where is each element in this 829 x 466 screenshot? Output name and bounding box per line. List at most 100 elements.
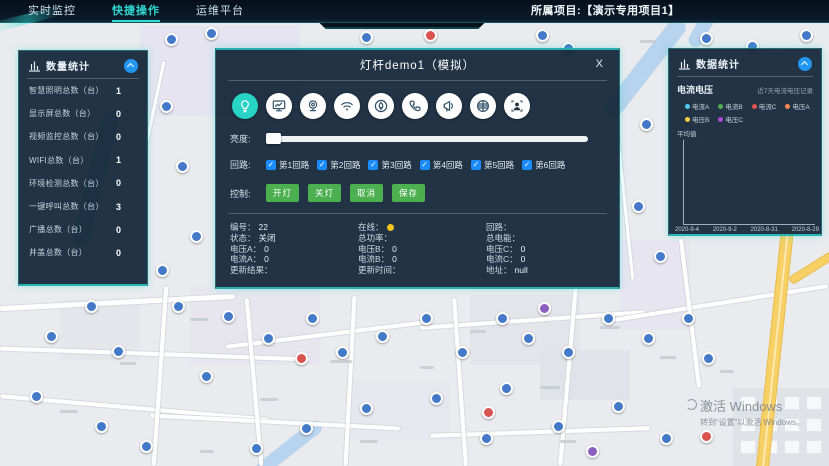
map-marker[interactable] [482,406,495,419]
map-marker[interactable] [700,430,713,443]
circuit-checkbox-2[interactable]: ✓第2回路 [317,159,360,171]
map-marker[interactable] [190,230,203,243]
map-marker[interactable] [295,352,308,365]
map-marker[interactable] [612,400,625,413]
circuit-checkbox-1[interactable]: ✓第1回路 [266,159,309,171]
map-marker[interactable] [85,300,98,313]
map-marker[interactable] [30,390,43,403]
legend-item[interactable]: 电流A [685,101,709,111]
map-marker[interactable] [165,33,178,46]
map-marker[interactable] [700,32,713,45]
map-marker[interactable] [222,310,235,323]
nav-tab-3[interactable]: 运维平台 [196,0,244,22]
display-screen-icon[interactable] [266,93,292,119]
camera-icon[interactable] [300,93,326,119]
cancel-button[interactable]: 取消 [350,184,383,202]
circuit-checkbox-5[interactable]: ✓第5回路 [471,159,514,171]
map-marker[interactable] [654,250,667,263]
map-marker[interactable] [660,432,673,445]
map-marker[interactable] [300,422,313,435]
map-marker[interactable] [250,442,263,455]
map-marker[interactable] [632,200,645,213]
legend-item[interactable]: 电流C [752,101,777,111]
map-marker[interactable] [176,160,189,173]
map-marker[interactable] [562,346,575,359]
map-marker[interactable] [480,432,493,445]
map-marker[interactable] [140,440,153,453]
map-marker[interactable] [430,392,443,405]
collapse-button[interactable] [124,59,138,73]
person-detect-icon[interactable] [504,93,530,119]
map-label-blur [660,356,676,359]
map-marker[interactable] [538,302,551,315]
map-marker[interactable] [456,346,469,359]
turn-on-button[interactable]: 开灯 [266,184,299,202]
map-marker[interactable] [262,332,275,345]
map-marker[interactable] [205,27,218,40]
map-marker[interactable] [640,118,653,131]
turn-off-button[interactable]: 关灯 [308,184,341,202]
map-marker[interactable] [360,402,373,415]
circuit-checkbox-6[interactable]: ✓第6回路 [522,159,565,171]
map-marker[interactable] [95,420,108,433]
phone-call-icon[interactable] [402,93,428,119]
chart-legend: 电流A 电流B 电流C 电压A 电压B 电压C [669,96,821,124]
legend-item[interactable]: 电压B [685,114,709,124]
save-button[interactable]: 保存 [392,184,425,202]
map-marker[interactable] [200,370,213,383]
environment-icon[interactable] [368,93,394,119]
circuit-checkbox-3[interactable]: ✓第3回路 [368,159,411,171]
map-marker[interactable] [45,330,58,343]
circuit-checkbox-4[interactable]: ✓第4回路 [420,159,463,171]
legend-item[interactable]: 电压C [718,114,743,124]
brightness-slider[interactable] [266,136,588,142]
map-marker[interactable] [376,330,389,343]
map-marker[interactable] [306,312,319,325]
device-info-grid: 编号：22状态：关闭电压A：0电流A：0更新结果：在线：总功率：电压B：0电流B… [230,222,619,276]
map-marker[interactable] [336,346,349,359]
circuit-label: 第5回路 [484,159,514,171]
checkbox-checked-icon[interactable]: ✓ [317,160,327,170]
info-row: 总电能： [486,233,614,244]
map-marker[interactable] [112,345,125,358]
map-marker[interactable] [536,29,549,42]
map-marker[interactable] [420,312,433,325]
map-marker[interactable] [156,264,169,277]
map-marker[interactable] [552,420,565,433]
legend-dot [685,104,690,109]
slider-handle[interactable] [266,133,281,144]
stat-list: 智慧照明总数（台）1显示屏总数（台）0视频监控总数（台）0WIFI总数（台）1环… [19,79,147,265]
building [740,440,756,454]
map-marker[interactable] [800,29,813,42]
checkbox-checked-icon[interactable]: ✓ [522,160,532,170]
light-bulb-icon[interactable] [232,93,258,119]
wifi-icon[interactable] [334,93,360,119]
info-row: 状态：关闭 [230,233,358,244]
map-marker[interactable] [586,445,599,458]
info-label: 总功率： [358,233,392,244]
map-marker[interactable] [424,29,437,42]
map-marker[interactable] [360,31,373,44]
legend-item[interactable]: 电流B [718,101,742,111]
checkbox-checked-icon[interactable]: ✓ [368,160,378,170]
map-marker[interactable] [172,300,185,313]
map-marker[interactable] [682,312,695,325]
collapse-button[interactable] [798,57,812,71]
manhole-cover-icon[interactable] [470,93,496,119]
checkbox-checked-icon[interactable]: ✓ [420,160,430,170]
info-row: 更新时间： [358,265,486,276]
legend-item[interactable]: 电压A [785,101,809,111]
map-marker[interactable] [602,312,615,325]
checkbox-checked-icon[interactable]: ✓ [266,160,276,170]
map-marker[interactable] [642,332,655,345]
nav-tab-2[interactable]: 快捷操作 [112,0,160,22]
map-marker[interactable] [160,100,173,113]
map-marker[interactable] [496,312,509,325]
map-marker[interactable] [702,352,715,365]
close-icon[interactable]: X [592,56,607,72]
broadcast-icon[interactable] [436,93,462,119]
checkbox-checked-icon[interactable]: ✓ [471,160,481,170]
nav-tab-1[interactable]: 实时监控 [28,0,76,22]
map-marker[interactable] [522,332,535,345]
map-marker[interactable] [500,382,513,395]
